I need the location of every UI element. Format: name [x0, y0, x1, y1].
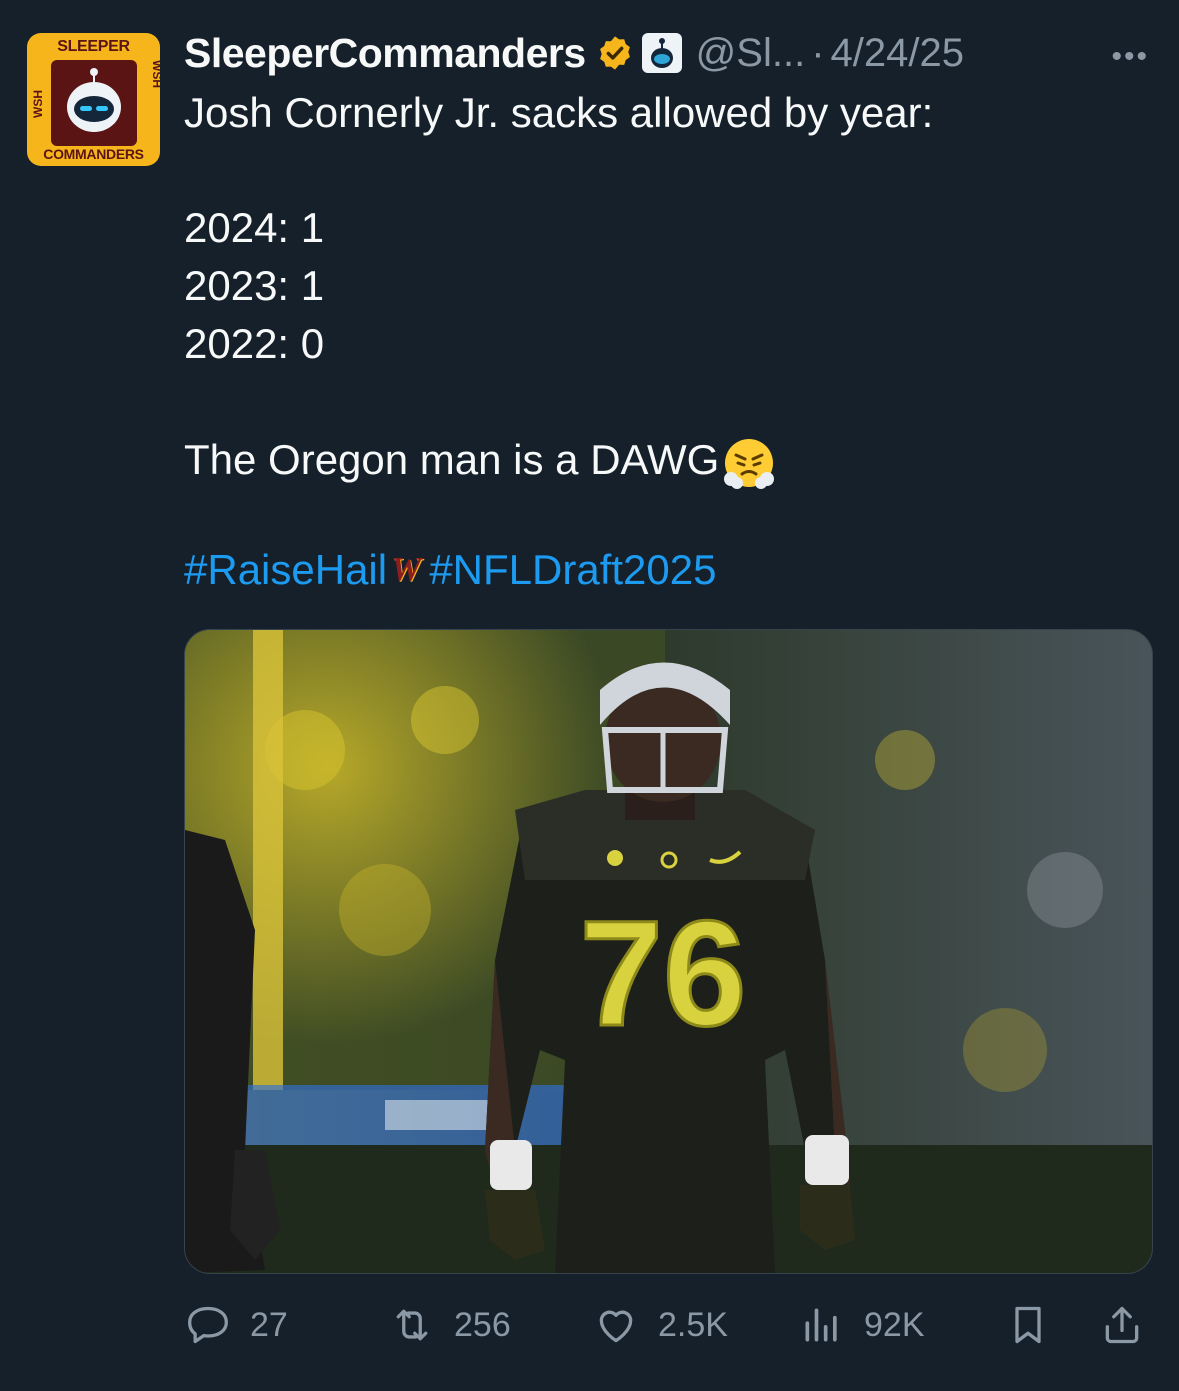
- repost-count: 256: [454, 1305, 511, 1344]
- like-icon: [599, 1310, 633, 1343]
- avatar-side-text-right: WSH: [150, 60, 160, 88]
- action-bar: 27 256 2.5K 92K: [0, 1295, 1179, 1355]
- tweet-text-intro: Josh Cornerly Jr. sacks allowed by year:: [184, 89, 934, 136]
- bookmark-button[interactable]: [1006, 1295, 1070, 1355]
- sleeper-affiliate-icon[interactable]: [641, 33, 682, 73]
- hashtag-raisehail[interactable]: #RaiseHail: [184, 546, 387, 594]
- reply-count: 27: [250, 1305, 288, 1344]
- repost-button[interactable]: 256: [390, 1295, 511, 1355]
- tweet-text-2023: 2023: 1: [184, 262, 325, 309]
- tweet-text-2024: 2024: 1: [184, 204, 325, 251]
- tweet-text-2022: 2022: 0: [184, 320, 325, 367]
- share-icon: [1105, 1306, 1139, 1344]
- tweet-text-closing: The Oregon man is a DAWG: [184, 436, 720, 483]
- avatar[interactable]: SLEEPER WSH WSH COMMANDERS: [27, 33, 160, 166]
- tweet-date[interactable]: 4/24/25: [831, 31, 964, 76]
- player-photo-illustration: 76: [185, 630, 1152, 1273]
- avatar-robot-icon: [51, 60, 137, 146]
- reply-button[interactable]: 27: [186, 1295, 288, 1355]
- like-count: 2.5K: [658, 1305, 728, 1344]
- verified-badge-icon[interactable]: [596, 34, 634, 72]
- tweet-text-closing-line: The Oregon man is a DAWG: [184, 431, 777, 491]
- hashtag-nfldraft2025[interactable]: #NFLDraft2025: [429, 546, 716, 594]
- author-handle[interactable]: @Sl...: [696, 31, 806, 76]
- views-button[interactable]: 92K: [800, 1295, 925, 1355]
- tweet-header: SleeperCommanders @Sl... · 4/24/25: [184, 28, 964, 78]
- more-icon[interactable]: •••: [1111, 40, 1149, 74]
- avatar-bottom-text: COMMANDERS: [43, 146, 144, 162]
- separator-dot: ·: [811, 30, 825, 75]
- share-button[interactable]: [1100, 1295, 1164, 1355]
- author-display-name[interactable]: SleeperCommanders: [184, 30, 586, 77]
- views-icon: [805, 1308, 837, 1342]
- reply-icon: [188, 1306, 228, 1344]
- steam-emoji-icon: [724, 438, 775, 489]
- commanders-logo-icon: W: [391, 551, 421, 588]
- views-count: 92K: [864, 1305, 925, 1344]
- avatar-top-text: SLEEPER: [57, 38, 130, 55]
- jersey-number: 76: [580, 889, 747, 1057]
- hashtags-line: #RaiseHail W #NFLDraft2025: [184, 546, 716, 594]
- tweet-photo[interactable]: 76: [184, 629, 1153, 1274]
- like-button[interactable]: 2.5K: [594, 1295, 728, 1355]
- repost-icon: [396, 1309, 428, 1341]
- avatar-side-text-left: WSH: [31, 90, 45, 118]
- bookmark-icon: [1015, 1306, 1041, 1344]
